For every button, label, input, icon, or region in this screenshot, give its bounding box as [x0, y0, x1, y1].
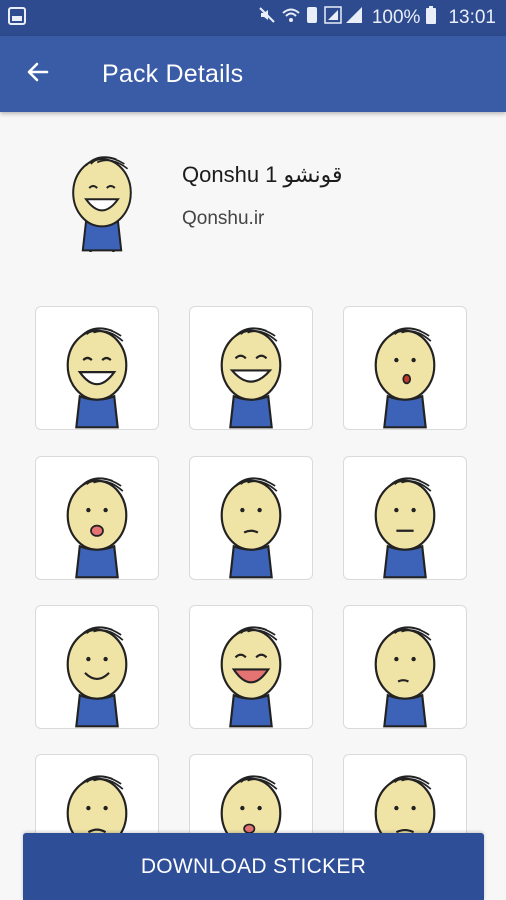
battery-percent: 100%: [371, 7, 421, 28]
pack-name: Qonshu 1 قونشو: [182, 162, 343, 187]
pack-tray-icon: [62, 148, 142, 261]
data-icon: [306, 6, 318, 30]
arrow-left-icon: [26, 60, 50, 89]
sticker-character-icon: [66, 626, 128, 728]
sticker-tile[interactable]: [35, 456, 159, 580]
download-sticker-button[interactable]: DOWNLOAD STICKER: [23, 833, 484, 900]
sticker-character-icon: [220, 327, 282, 429]
pack-publisher: Qonshu.ir: [182, 208, 265, 229]
sticker-character-icon: [374, 327, 436, 429]
signal-icon: [324, 6, 364, 30]
sticker-tile[interactable]: [35, 605, 159, 729]
app-bar: Pack Details: [0, 36, 506, 112]
sticker-character-icon: [374, 626, 436, 728]
wifi-icon: [282, 6, 300, 30]
back-button[interactable]: [10, 46, 66, 102]
sticker-tile[interactable]: [343, 456, 467, 580]
sticker-tile[interactable]: [35, 306, 159, 430]
sticker-character-icon: [66, 327, 128, 429]
sticker-tile[interactable]: [343, 605, 467, 729]
clock: 13:01: [448, 7, 496, 28]
sticker-character-icon: [220, 626, 282, 728]
sticker-tile[interactable]: [189, 605, 313, 729]
mute-icon: [258, 6, 276, 30]
sticker-character-icon: [374, 477, 436, 579]
sticker-character-icon: [220, 477, 282, 579]
sticker-tile[interactable]: [189, 456, 313, 580]
status-bar: 100% 13:01: [0, 0, 506, 36]
image-icon: [8, 6, 26, 30]
page-title: Pack Details: [102, 59, 244, 88]
sticker-tile[interactable]: [189, 306, 313, 430]
sticker-tile[interactable]: [343, 306, 467, 430]
pack-header: Qonshu 1 قونشو Qonshu.ir: [0, 140, 506, 261]
sticker-character-icon: [66, 477, 128, 579]
battery-icon: [426, 6, 437, 30]
